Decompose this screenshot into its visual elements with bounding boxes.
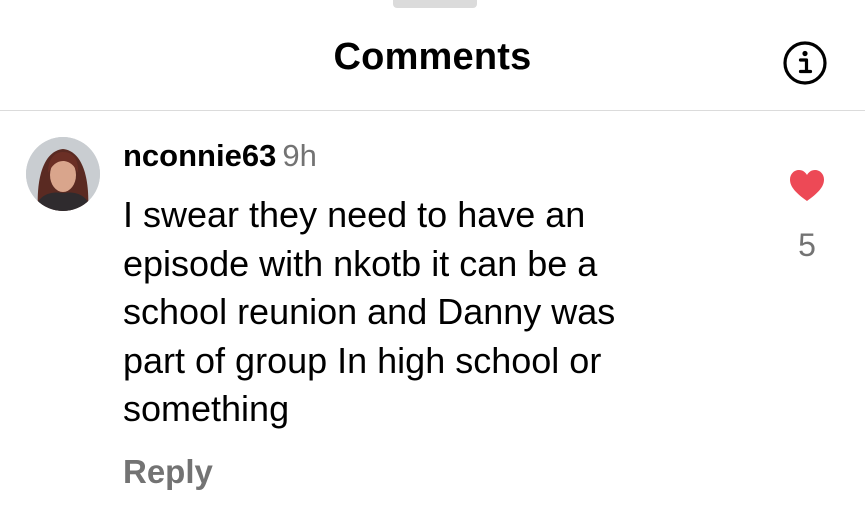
avatar[interactable] — [26, 137, 100, 211]
heart-filled-icon[interactable] — [787, 166, 827, 206]
page-title: Comments — [333, 36, 532, 78]
reply-button[interactable]: Reply — [123, 451, 213, 493]
comment-header: nconnie63 9h — [123, 136, 317, 176]
like-count: 5 — [798, 227, 816, 263]
comment-timestamp: 9h — [282, 138, 317, 173]
username-link[interactable]: nconnie63 — [123, 138, 276, 173]
comment-item: nconnie63 9h I swear they need to have an… — [0, 111, 865, 518]
comments-header: Comments — [0, 0, 865, 111]
info-icon[interactable] — [782, 40, 828, 86]
comment-text: I swear they need to have an episode wit… — [123, 194, 616, 429]
